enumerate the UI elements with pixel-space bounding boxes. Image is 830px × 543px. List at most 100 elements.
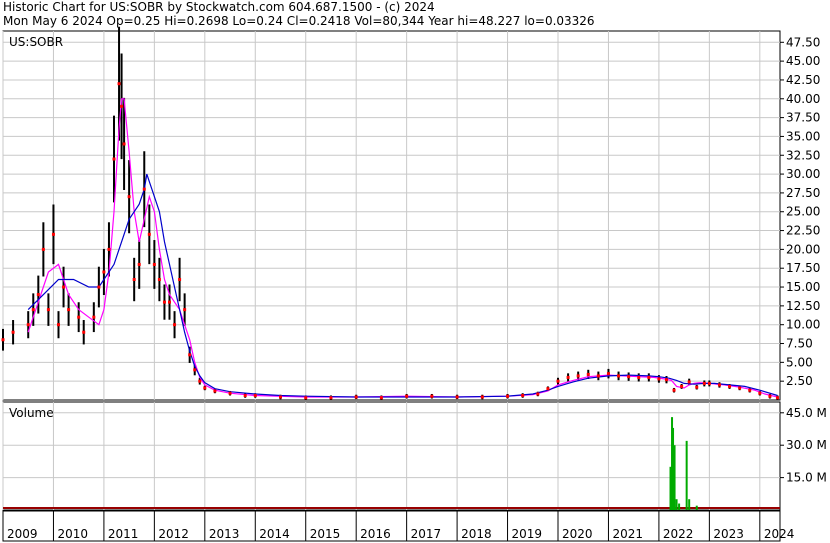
close-dot xyxy=(687,380,691,384)
close-dot xyxy=(695,385,699,389)
close-dot xyxy=(31,308,35,312)
year-label: 2017 xyxy=(411,527,442,541)
price-tick-label: 5.00 xyxy=(786,355,813,369)
volume-panel-label: Volume xyxy=(9,406,54,420)
year-label: 2022 xyxy=(663,527,694,541)
price-tick-label: 20.00 xyxy=(786,242,820,256)
price-tick-label: 37.50 xyxy=(786,111,820,125)
close-dot xyxy=(405,394,409,398)
year-label: 2021 xyxy=(612,527,643,541)
close-dot xyxy=(775,396,779,400)
close-dot xyxy=(11,330,15,334)
close-dot xyxy=(480,395,484,399)
close-dot xyxy=(213,389,217,393)
close-dot xyxy=(586,372,590,376)
price-panel-label: US:SOBR xyxy=(9,35,63,49)
price-tick-label: 40.00 xyxy=(786,92,820,106)
close-dot xyxy=(702,381,706,385)
price-tick-label: 27.50 xyxy=(786,186,820,200)
year-label: 2023 xyxy=(713,527,744,541)
close-dot xyxy=(455,395,459,399)
price-tick-label: 7.50 xyxy=(786,337,813,351)
close-dot xyxy=(576,374,580,378)
close-dot xyxy=(768,394,772,398)
close-dot xyxy=(717,383,721,387)
close-dot xyxy=(506,394,510,398)
close-dot xyxy=(122,142,126,146)
close-dot xyxy=(521,393,525,397)
volume-tick-label: 15.0 M xyxy=(786,471,827,485)
volume-bar xyxy=(688,499,691,510)
year-label: 2010 xyxy=(57,527,88,541)
volume-bar xyxy=(673,445,676,510)
close-dot xyxy=(536,392,540,396)
year-label: 2011 xyxy=(108,527,139,541)
year-label: 2016 xyxy=(360,527,391,541)
close-dot xyxy=(546,387,550,391)
close-dot xyxy=(36,293,40,297)
year-label: 2012 xyxy=(158,527,189,541)
close-dot xyxy=(137,262,141,266)
year-label: 2014 xyxy=(259,527,290,541)
close-dot xyxy=(556,379,560,383)
close-dot xyxy=(617,374,621,378)
close-dot xyxy=(198,379,202,383)
year-label: 2015 xyxy=(310,527,341,541)
close-dot xyxy=(243,393,247,397)
year-label: 2024 xyxy=(764,527,795,541)
close-dot xyxy=(193,368,197,372)
close-dot xyxy=(188,353,192,357)
close-dot xyxy=(672,388,676,392)
close-dot xyxy=(657,377,661,381)
price-tick-label: 25.00 xyxy=(786,205,820,219)
close-dot xyxy=(178,278,182,282)
close-dot xyxy=(279,395,282,399)
historic-chart: 2.50 5.00 7.50 10.00 12.50 15.00 17.50 20.00 22.… xyxy=(1,26,827,542)
close-dot xyxy=(120,104,124,108)
close-dot xyxy=(430,394,434,398)
close-dot xyxy=(738,386,742,390)
close-dot xyxy=(41,247,45,251)
close-dot xyxy=(329,396,333,400)
price-tick-label: 42.50 xyxy=(786,73,820,87)
close-dot xyxy=(379,396,383,400)
close-dot xyxy=(304,396,308,400)
close-dot xyxy=(67,308,71,312)
close-dot xyxy=(152,262,156,266)
close-dot xyxy=(102,270,106,274)
close-dot xyxy=(606,372,610,376)
price-axis-ticks: 2.50 5.00 7.50 10.00 12.50 15.00 17.50 20.00 22.… xyxy=(780,35,820,388)
year-label: 2019 xyxy=(512,527,543,541)
volume-bar xyxy=(675,499,678,510)
price-tick-label: 15.00 xyxy=(786,280,820,294)
price-tick-label: 47.50 xyxy=(786,35,820,49)
price-tick-label: 10.00 xyxy=(786,318,820,332)
close-dot xyxy=(147,232,151,236)
close-dot xyxy=(664,378,668,382)
volume-bar xyxy=(695,505,698,510)
close-dot xyxy=(566,375,570,379)
price-tick-label: 32.50 xyxy=(786,148,820,162)
close-dot xyxy=(117,82,121,86)
close-dot xyxy=(1,338,5,342)
close-dot xyxy=(707,381,711,385)
close-dot xyxy=(46,308,50,312)
close-dot xyxy=(57,323,60,327)
close-dot xyxy=(680,384,684,388)
price-tick-label: 17.50 xyxy=(786,261,820,275)
close-dot xyxy=(253,393,257,397)
close-dot xyxy=(758,391,762,395)
close-dot xyxy=(26,323,30,327)
price-tick-label: 30.00 xyxy=(786,167,820,181)
close-dot xyxy=(228,391,232,395)
year-label: 2009 xyxy=(7,527,38,541)
close-dot xyxy=(132,278,136,282)
close-dot xyxy=(596,374,600,378)
close-dot xyxy=(107,247,111,251)
close-dot xyxy=(203,386,207,390)
price-tick-label: 12.50 xyxy=(786,299,820,313)
close-dot xyxy=(97,285,101,289)
close-dot xyxy=(748,388,752,392)
close-dot xyxy=(173,323,177,327)
close-dot xyxy=(62,285,66,289)
